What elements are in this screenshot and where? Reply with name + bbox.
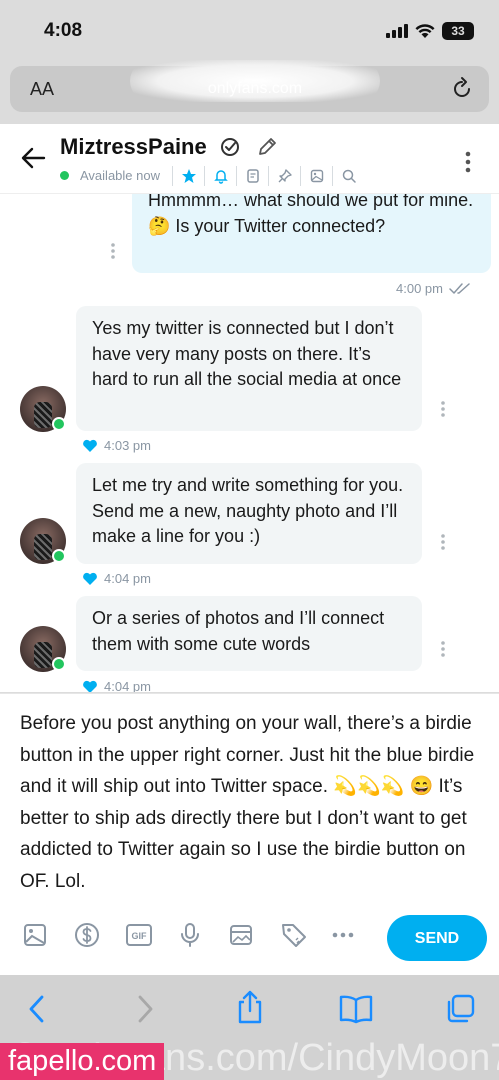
message-meta: 4:03 pm [82,438,151,453]
status-bar: 4:08 33 [0,0,499,62]
send-button[interactable]: SEND [387,915,487,961]
message-time: 4:04 pm [104,571,151,586]
avatar-online-indicator [52,657,66,671]
more-tools-button[interactable] [331,920,383,950]
message-time: 4:04 pm [104,679,151,692]
vault-icon [230,925,252,945]
avatar-online-indicator [52,549,66,563]
gif-icon: GIF [126,924,152,946]
back-chevron-icon[interactable] [26,993,48,1025]
voice-message-button[interactable] [177,920,229,950]
dollar-icon [74,923,99,947]
cellular-signal-icon [386,24,408,38]
tag-icon [281,924,306,947]
verified-badge-icon [221,138,239,156]
message-meta: 4:04 pm [82,571,151,586]
url-text[interactable]: onlyfans.com [160,72,350,106]
message-time: 4:00 pm [396,281,443,296]
message-meta: 4:04 pm [82,679,151,692]
like-heart-icon[interactable] [82,680,98,693]
like-heart-icon[interactable] [82,572,98,586]
reload-icon[interactable] [450,76,474,102]
tabs-icon[interactable] [444,993,476,1025]
message-options-icon[interactable] [440,640,446,658]
pin-icon[interactable] [268,166,300,186]
chat-header: MiztressPaine Available now [0,124,499,194]
message-bubble-outgoing[interactable]: Hmmmm… what should we put for mine. 🤔 Is… [132,194,491,273]
message-bubble-incoming[interactable]: Or a series of photos and I’ll connect t… [76,596,422,671]
gif-label: GIF [132,931,148,941]
bookmarks-icon[interactable] [338,993,374,1025]
url-bar[interactable]: AA onlyfans.com [10,60,489,112]
back-arrow-icon[interactable] [20,146,46,170]
more-horizontal-icon [332,932,354,938]
compose-toolbar: GIF [22,920,383,950]
message-options-icon[interactable] [440,533,446,551]
message-time: 4:03 pm [104,438,151,453]
attach-media-button[interactable] [22,920,74,950]
vault-button[interactable] [228,920,280,950]
avatar-photo [34,402,52,428]
avatar-photo [34,642,52,668]
message-meta: 4:00 pm [396,281,473,296]
gif-button[interactable]: GIF [125,920,177,950]
battery-icon: 33 [442,22,474,40]
microphone-icon [180,923,199,947]
reader-text-size-button[interactable]: AA [30,79,54,100]
message-list[interactable]: Hmmmm… what should we put for mine. 🤔 Is… [0,194,499,692]
wifi-icon [415,24,435,38]
favorite-star-icon[interactable] [172,166,204,186]
forward-chevron-icon[interactable] [134,993,156,1025]
search-icon[interactable] [332,166,364,186]
more-options-icon[interactable] [464,150,472,174]
notes-icon[interactable] [236,166,268,186]
read-double-check-icon [449,282,470,294]
availability-status: Available now [80,168,160,183]
edit-pencil-icon[interactable] [256,136,278,158]
message-options-icon[interactable] [110,242,116,260]
media-gallery-icon[interactable] [300,166,332,186]
message-input[interactable]: Before you post anything on your wall, t… [20,708,485,897]
image-icon [24,924,46,946]
like-heart-icon[interactable] [82,439,98,453]
compose-area: Before you post anything on your wall, t… [0,693,499,975]
chat-partner-name[interactable]: MiztressPaine [60,134,207,160]
watermark-site-badge: fapello.com [0,1043,165,1080]
message-bubble-incoming[interactable]: Let me try and write something for you. … [76,463,422,564]
chat-header-actions [172,166,364,186]
share-icon[interactable] [234,989,266,1025]
status-time: 4:08 [44,20,83,41]
message-options-icon[interactable] [440,400,446,418]
online-indicator [60,171,69,180]
avatar-online-indicator [52,417,66,431]
avatar-photo [34,534,52,560]
tip-price-button[interactable] [74,920,126,950]
notification-bell-icon[interactable] [204,166,236,186]
message-bubble-incoming[interactable]: Yes my twitter is connected but I don’t … [76,306,422,431]
price-tag-button[interactable] [280,920,332,950]
